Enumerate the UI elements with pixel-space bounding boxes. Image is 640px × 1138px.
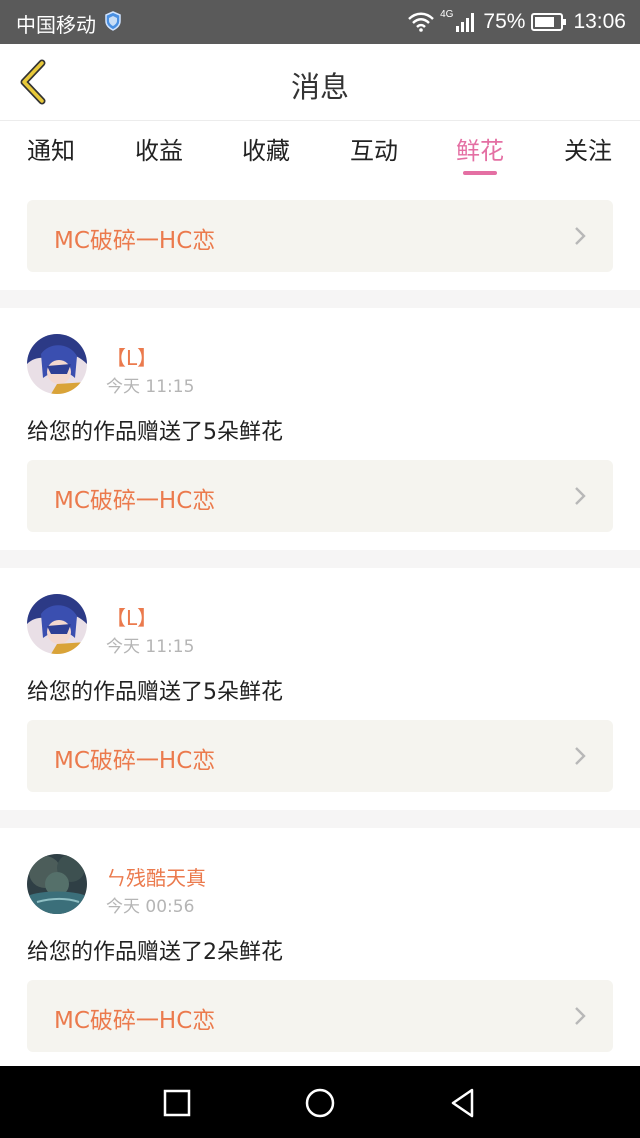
- timestamp: 今天 11:15: [106, 637, 195, 657]
- tab-earnings[interactable]: 收益: [114, 131, 204, 166]
- work-title: MC破碎一HC恋: [54, 748, 216, 774]
- timestamp: 今天 00:56: [106, 897, 195, 917]
- tab-interactions[interactable]: 互动: [329, 131, 419, 166]
- chevron-right-icon: [575, 1007, 586, 1025]
- username[interactable]: 【L】: [106, 342, 157, 371]
- chevron-right-icon: [575, 487, 586, 505]
- message-text: 给您的作品赠送了5朵鲜花: [27, 420, 283, 445]
- list-item: ㄣ残酷天真 今天 00:56 给您的作品赠送了2朵鲜花 MC破碎一HC恋: [0, 828, 640, 1052]
- anime-avatar-icon: [27, 334, 87, 394]
- page-title: 消息: [290, 70, 349, 104]
- tab-flowers[interactable]: 鲜花: [435, 131, 525, 166]
- avatar[interactable]: [27, 334, 87, 394]
- username[interactable]: ㄣ残酷天真: [106, 862, 206, 891]
- signal-icon: [456, 13, 475, 32]
- work-title: MC破碎一HC恋: [54, 488, 216, 514]
- timestamp: 今天 11:15: [106, 377, 195, 397]
- tab-favorites[interactable]: 收藏: [221, 131, 311, 166]
- chevron-right-icon: [575, 747, 586, 765]
- forest-avatar-icon: [27, 854, 87, 914]
- wifi-icon: [408, 12, 434, 32]
- work-link[interactable]: MC破碎一HC恋: [27, 460, 613, 532]
- divider: [0, 550, 640, 568]
- shield-icon: [105, 11, 121, 31]
- tab-bar: 通知 收益 收藏 互动 鲜花 关注: [0, 121, 640, 181]
- work-link[interactable]: MC破碎一HC恋: [27, 980, 613, 1052]
- status-bar: 中国移动 4G 75% 13:06: [0, 0, 640, 44]
- carrier-label: 中国移动: [16, 15, 96, 37]
- work-title: MC破碎一HC恋: [54, 228, 216, 254]
- system-nav-bar: [0, 1066, 640, 1138]
- tab-notifications[interactable]: 通知: [6, 131, 96, 166]
- avatar[interactable]: [27, 854, 87, 914]
- work-link[interactable]: MC破碎一HC恋: [27, 200, 613, 272]
- tab-follows[interactable]: 关注: [543, 131, 633, 166]
- status-right: 4G 75% 13:06: [408, 8, 626, 36]
- message-text: 给您的作品赠送了2朵鲜花: [27, 940, 283, 965]
- username[interactable]: 【L】: [106, 602, 157, 631]
- divider: [0, 290, 640, 308]
- avatar[interactable]: [27, 594, 87, 654]
- anime-avatar-icon: [27, 594, 87, 654]
- list-item: MC破碎一HC恋: [0, 181, 640, 290]
- message-list: MC破碎一HC恋 【L】 今天 11:15 给您的作品赠送了5朵鲜花 MC破碎一…: [0, 181, 640, 1052]
- circle-icon[interactable]: [304, 1087, 336, 1119]
- message-text: 给您的作品赠送了5朵鲜花: [27, 680, 283, 705]
- network-type-label: 4G: [440, 8, 454, 20]
- work-link[interactable]: MC破碎一HC恋: [27, 720, 613, 792]
- chevron-right-icon: [575, 227, 586, 245]
- battery-percent: 75%: [483, 10, 526, 33]
- battery-icon: [531, 13, 567, 31]
- app-header: 消息: [0, 44, 640, 121]
- triangle-back-icon[interactable]: [447, 1087, 479, 1119]
- list-item: 【L】 今天 11:15 给您的作品赠送了5朵鲜花 MC破碎一HC恋: [0, 308, 640, 550]
- divider: [0, 810, 640, 828]
- active-tab-indicator: [463, 171, 497, 175]
- list-item: 【L】 今天 11:15 给您的作品赠送了5朵鲜花 MC破碎一HC恋: [0, 568, 640, 810]
- work-title: MC破碎一HC恋: [54, 1008, 216, 1034]
- square-icon[interactable]: [161, 1087, 193, 1119]
- clock: 13:06: [573, 10, 626, 33]
